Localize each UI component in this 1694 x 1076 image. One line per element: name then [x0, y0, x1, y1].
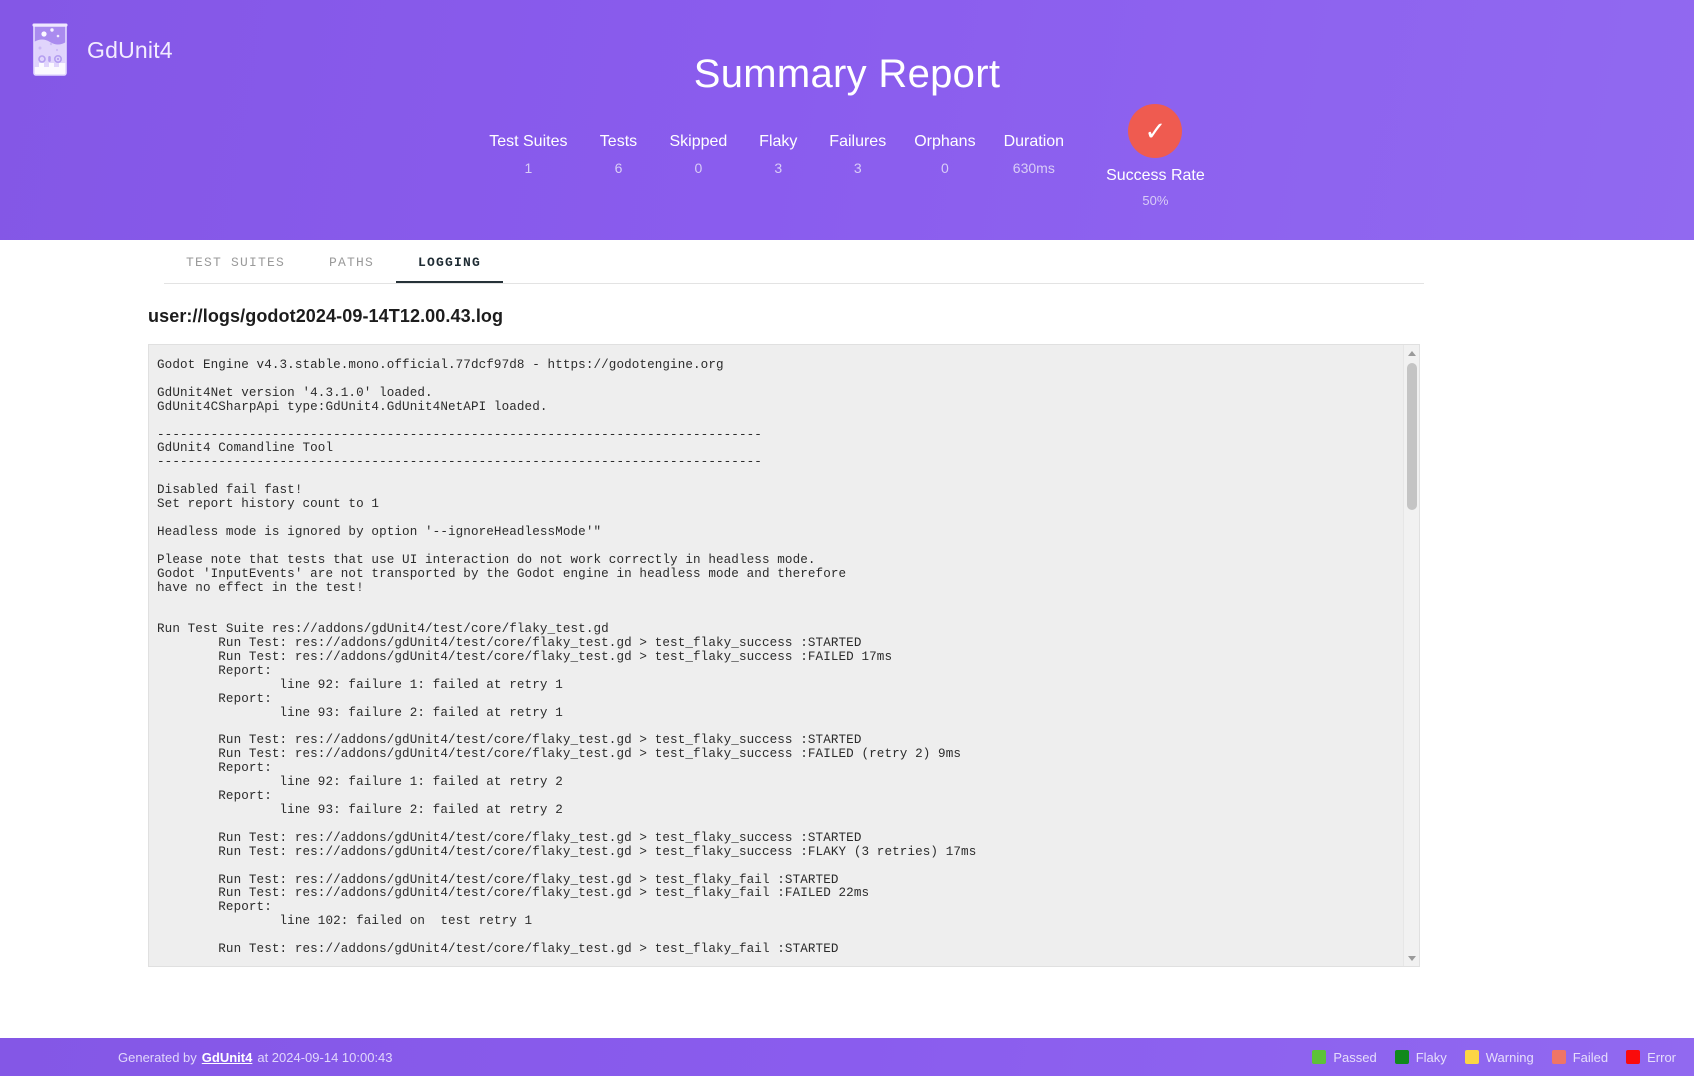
- stat-orphans: Orphans 0: [914, 132, 975, 177]
- stat-value: 3: [774, 160, 783, 176]
- failed-swatch-icon: [1551, 1050, 1566, 1064]
- stat-value: 6: [614, 160, 623, 176]
- stat-value: 630ms: [1012, 160, 1055, 176]
- stat-flaky: Flaky 3: [755, 132, 801, 177]
- stats-list: Test Suites 1 Tests 6 Skipped 0 Flaky 3 …: [489, 128, 1064, 177]
- page-header: GdUnit4 Summary Report Test Suites 1 Tes…: [0, 0, 1694, 240]
- success-rate-value: 50%: [1142, 193, 1169, 208]
- success-rate: ✓ Success Rate 50%: [1106, 104, 1205, 208]
- flaky-swatch-icon: [1394, 1050, 1409, 1064]
- stat-value: 3: [853, 160, 862, 176]
- log-scrollbar[interactable]: [1403, 345, 1419, 966]
- tab-logging[interactable]: LOGGING: [396, 255, 504, 283]
- main-content: TEST SUITES PATHS LOGGING user://logs/go…: [0, 240, 1694, 1038]
- stat-failures: Failures 3: [829, 132, 886, 177]
- scrollbar-thumb[interactable]: [1407, 363, 1417, 510]
- summary-report-page: GdUnit4 Summary Report Test Suites 1 Tes…: [0, 0, 1694, 1076]
- stat-value: 0: [694, 160, 703, 176]
- stat-tests: Tests 6: [595, 132, 641, 177]
- check-glyph: ✓: [1144, 116, 1167, 146]
- scroll-down-arrow-icon[interactable]: [1404, 950, 1419, 966]
- log-viewport: Godot Engine v4.3.stable.mono.official.7…: [149, 345, 1403, 966]
- legend-item-error: Error: [1626, 1050, 1676, 1065]
- stat-label: Flaky: [759, 133, 798, 150]
- legend-label: Failed: [1572, 1049, 1609, 1065]
- warning-swatch-icon: [1464, 1050, 1479, 1064]
- stat-value: 1: [524, 160, 533, 176]
- stat-skipped: Skipped 0: [669, 132, 727, 177]
- legend-label: Flaky: [1415, 1049, 1447, 1065]
- check-icon: ✓: [1128, 104, 1183, 158]
- log-output: Godot Engine v4.3.stable.mono.official.7…: [157, 358, 977, 957]
- stat-value: 0: [940, 160, 949, 176]
- stat-label: Test Suites: [489, 133, 568, 150]
- log-panel: Godot Engine v4.3.stable.mono.official.7…: [148, 344, 1420, 967]
- generated-suffix: at 2024-09-14 10:00:43: [257, 1049, 393, 1065]
- page-title: Summary Report: [693, 52, 1001, 96]
- success-rate-label: Success Rate: [1106, 167, 1205, 184]
- page-footer: Generated by GdUnit4 at 2024-09-14 10:00…: [0, 1038, 1694, 1076]
- stat-test-suites: Test Suites 1: [489, 132, 567, 177]
- stat-duration: Duration 630ms: [1004, 132, 1064, 177]
- legend-item-warning: Warning: [1464, 1049, 1534, 1065]
- legend-item-flaky: Flaky: [1394, 1049, 1447, 1065]
- tab-test-suites[interactable]: TEST SUITES: [164, 255, 307, 283]
- log-file-title: user://logs/godot2024-09-14T12.00.43.log: [148, 306, 504, 326]
- stats-bar: Test Suites 1 Tests 6 Skipped 0 Flaky 3 …: [0, 104, 1694, 208]
- scroll-up-arrow-icon[interactable]: [1404, 345, 1419, 361]
- status-legend: Passed Flaky Warning Failed Error: [1312, 1050, 1676, 1065]
- legend-label: Warning: [1485, 1049, 1534, 1065]
- generated-by: Generated by GdUnit4 at 2024-09-14 10:00…: [118, 1050, 393, 1065]
- error-swatch-icon: [1626, 1050, 1641, 1064]
- tab-paths[interactable]: PATHS: [307, 255, 396, 283]
- legend-label: Passed: [1333, 1049, 1377, 1065]
- gdunit4-link[interactable]: GdUnit4: [202, 1050, 253, 1065]
- passed-swatch-icon: [1312, 1050, 1327, 1064]
- stat-label: Orphans: [914, 133, 976, 150]
- stat-label: Failures: [829, 133, 887, 150]
- legend-item-passed: Passed: [1312, 1049, 1377, 1065]
- stat-label: Duration: [1003, 133, 1065, 150]
- stat-label: Skipped: [669, 133, 728, 150]
- legend-label: Error: [1647, 1049, 1676, 1065]
- tab-bar: TEST SUITES PATHS LOGGING: [164, 248, 1424, 284]
- stat-label: Tests: [599, 133, 638, 150]
- legend-item-failed: Failed: [1551, 1049, 1609, 1065]
- generated-prefix: Generated by: [118, 1049, 197, 1065]
